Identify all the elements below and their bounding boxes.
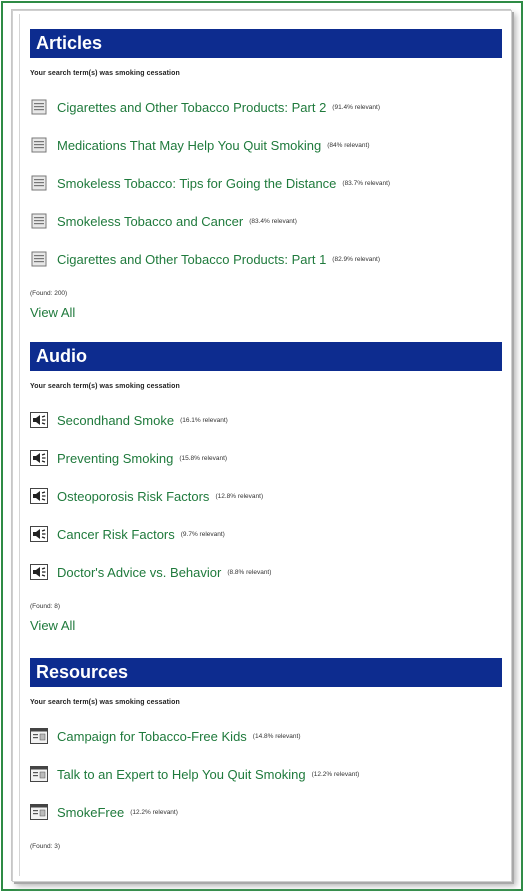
article-link[interactable]: Medications That May Help You Quit Smoki… — [57, 138, 321, 153]
relevance-label: (14.8% relevant) — [252, 732, 301, 740]
speaker-icon — [30, 449, 48, 467]
list-item[interactable]: Preventing Smoking (15.8% relevant) — [30, 439, 502, 477]
list-item[interactable]: Talk to an Expert to Help You Quit Smoki… — [30, 755, 502, 793]
audio-link[interactable]: Cancer Risk Factors — [57, 527, 175, 542]
relevance-label: (91.4% relevant) — [332, 103, 380, 111]
view-all-link-audio[interactable]: View All — [30, 618, 75, 633]
resource-link[interactable]: Talk to an Expert to Help You Quit Smoki… — [57, 767, 306, 782]
resource-link[interactable]: Campaign for Tobacco-Free Kids — [57, 729, 247, 744]
window-icon — [30, 803, 48, 821]
list-item[interactable]: SmokeFree (12.2% relevant) — [30, 793, 502, 831]
article-link[interactable]: Cigarettes and Other Tobacco Products: P… — [57, 100, 326, 115]
list-item[interactable]: Smokeless Tobacco and Cancer (83.4% rele… — [30, 202, 502, 240]
speaker-icon — [30, 411, 48, 429]
relevance-label: (15.8% relevant) — [179, 454, 228, 462]
audio-link[interactable]: Osteoporosis Risk Factors — [57, 489, 209, 504]
list-item[interactable]: Doctor's Advice vs. Behavior (8.8% relev… — [30, 553, 502, 591]
list-item[interactable]: Osteoporosis Risk Factors (12.8% relevan… — [30, 477, 502, 515]
list-item[interactable]: Secondhand Smoke (16.1% relevant) — [30, 401, 502, 439]
relevance-label: (83.7% relevant) — [342, 179, 391, 187]
article-link[interactable]: Smokeless Tobacco: Tips for Going the Di… — [57, 176, 336, 191]
relevance-label: (12.8% relevant) — [215, 492, 264, 500]
resources-section: Resources Your search term(s) was smokin… — [30, 658, 502, 850]
search-term-note: Your search term(s) was smoking cessatio… — [30, 699, 180, 706]
relevance-label: (84% relevant) — [327, 141, 370, 149]
resource-link[interactable]: SmokeFree — [57, 805, 124, 820]
list-item[interactable]: Cigarettes and Other Tobacco Products: P… — [30, 240, 502, 278]
article-link[interactable]: Smokeless Tobacco and Cancer — [57, 214, 243, 229]
found-count: (Found: 8) — [30, 603, 60, 610]
relevance-label: (9.7% relevant) — [180, 530, 225, 538]
article-link[interactable]: Cigarettes and Other Tobacco Products: P… — [57, 252, 326, 267]
section-header-resources: Resources — [30, 658, 502, 687]
list-item[interactable]: Campaign for Tobacco-Free Kids (14.8% re… — [30, 717, 502, 755]
audio-link[interactable]: Doctor's Advice vs. Behavior — [57, 565, 221, 580]
relevance-label: (12.2% relevant) — [130, 808, 178, 816]
relevance-label: (16.1% relevant) — [180, 416, 228, 424]
list-item[interactable]: Smokeless Tobacco: Tips for Going the Di… — [30, 164, 502, 202]
divider — [19, 14, 20, 876]
relevance-label: (8.8% relevant) — [227, 568, 272, 576]
search-term-note: Your search term(s) was smoking cessatio… — [30, 70, 180, 77]
list-item[interactable]: Cigarettes and Other Tobacco Products: P… — [30, 88, 502, 126]
document-icon — [30, 136, 48, 154]
section-header-audio: Audio — [30, 342, 502, 371]
speaker-icon — [30, 487, 48, 505]
audio-link[interactable]: Secondhand Smoke — [57, 413, 174, 428]
window-icon — [30, 727, 48, 745]
document-icon — [30, 212, 48, 230]
list-item[interactable]: Medications That May Help You Quit Smoki… — [30, 126, 502, 164]
relevance-label: (82.9% relevant) — [332, 255, 380, 263]
speaker-icon — [30, 525, 48, 543]
relevance-label: (12.2% relevant) — [311, 770, 360, 778]
document-icon — [30, 98, 48, 116]
section-header-articles: Articles — [30, 29, 502, 58]
document-icon — [30, 174, 48, 192]
found-count: (Found: 3) — [30, 843, 60, 850]
window-icon — [30, 765, 48, 783]
search-term-note: Your search term(s) was smoking cessatio… — [30, 383, 180, 390]
articles-section: Articles Your search term(s) was smoking… — [30, 29, 502, 322]
document-icon — [30, 250, 48, 268]
found-count: (Found: 200) — [30, 290, 68, 297]
list-item[interactable]: Cancer Risk Factors (9.7% relevant) — [30, 515, 502, 553]
speaker-icon — [30, 563, 48, 581]
view-all-link-articles[interactable]: View All — [30, 305, 75, 320]
audio-link[interactable]: Preventing Smoking — [57, 451, 173, 466]
relevance-label: (83.4% relevant) — [249, 217, 297, 225]
audio-section: Audio Your search term(s) was smoking ce… — [30, 342, 502, 635]
